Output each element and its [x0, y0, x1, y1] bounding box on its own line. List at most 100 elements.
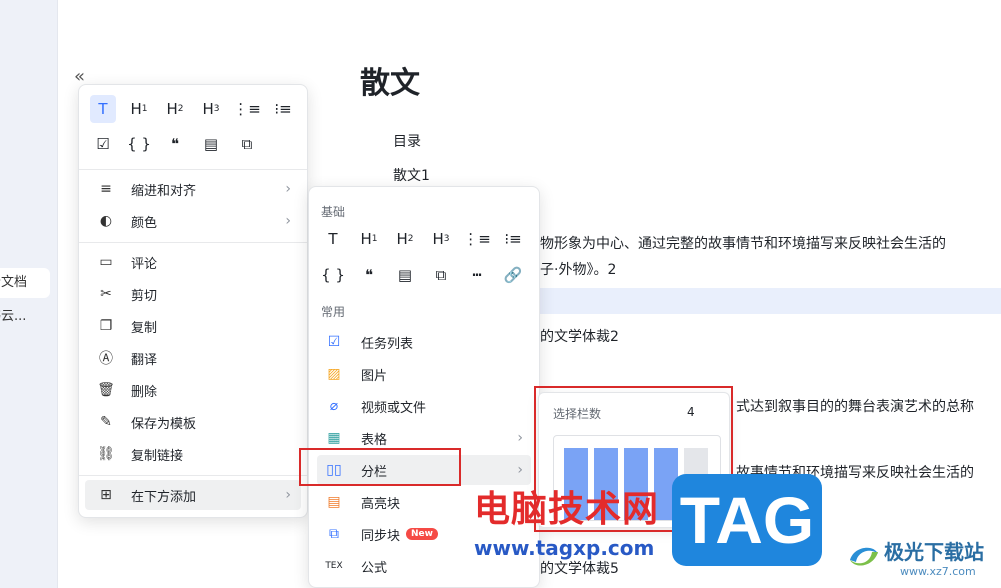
add-below-icon: ⊞: [100, 487, 112, 503]
menu-item-image[interactable]: ▨ 图片: [317, 359, 531, 389]
trash-icon: 🗑: [97, 382, 115, 398]
menu-item-label: 表格: [361, 432, 388, 448]
watermark-tag-logo: TAG: [672, 474, 822, 566]
sidebar-item-second[interactable]: 书云...: [0, 302, 52, 332]
menu-divider: [79, 169, 307, 170]
sync-icon: ⧉: [329, 526, 339, 542]
highlight-block-icon[interactable]: ▤: [193, 130, 229, 158]
heading3-icon[interactable]: H3: [193, 95, 229, 123]
new-badge: New: [406, 528, 438, 540]
comment-icon: ▭: [99, 254, 113, 270]
annotation-box-columns: [299, 448, 461, 486]
menu-item-label: 复制链接: [131, 448, 184, 464]
checkbox-icon: ☑: [327, 334, 341, 350]
quote-icon[interactable]: ❝: [157, 130, 193, 158]
menu-item-label: 视频或文件: [361, 400, 427, 416]
menu-divider: [79, 475, 307, 476]
chevron-right-icon: ›: [517, 462, 523, 478]
scissors-icon: ✂: [100, 286, 112, 302]
sidebar-item-label: 云文档: [0, 275, 28, 290]
menu-item-video-file[interactable]: ⌀ 视频或文件: [317, 391, 531, 421]
code-block-icon[interactable]: { }: [121, 130, 157, 158]
section-basic-title: 基础: [321, 205, 346, 219]
highlight-block-icon[interactable]: ▤: [387, 261, 423, 289]
watermark-logo-text: 极光下载站: [884, 540, 984, 564]
heading3-icon[interactable]: H3: [423, 225, 459, 253]
translate-icon: Ⓐ: [99, 351, 113, 367]
sidebar-item-cloud-docs[interactable]: 云文档: [0, 268, 50, 298]
menu-item-add-below[interactable]: ⊞ 在下方添加 ›: [85, 480, 301, 510]
palette-icon: ◐: [99, 213, 113, 229]
menu-item-comment[interactable]: ▭ 评论: [85, 247, 301, 277]
bullet-list-icon[interactable]: ⁝≡: [265, 95, 301, 123]
section-common-title: 常用: [321, 305, 346, 319]
menu-item-color[interactable]: ◐ 颜色 ›: [85, 206, 301, 236]
menu-divider: [79, 242, 307, 243]
highlight-icon: ▤: [327, 494, 341, 510]
checkbox-icon[interactable]: ☑: [85, 130, 121, 158]
toc-item[interactable]: 散文1: [393, 165, 430, 185]
menu-item-copy-link[interactable]: ⛓ 复制链接: [85, 439, 301, 469]
copy-icon: ❐: [99, 318, 113, 334]
chevron-right-icon: ›: [517, 430, 523, 446]
menu-item-indent-align[interactable]: ≡ 缩进和对齐 ›: [85, 174, 301, 204]
collapse-icon[interactable]: «: [74, 66, 85, 87]
text-icon[interactable]: T: [90, 95, 116, 123]
body-line: 物形象为中心、通过完整的故事情节和环境描写来反映社会生活的: [540, 236, 946, 252]
menu-item-copy[interactable]: ❐ 复制: [85, 311, 301, 341]
chevron-right-icon: ›: [285, 487, 291, 503]
quote-icon[interactable]: ❝: [351, 261, 387, 289]
menu-item-label: 复制: [131, 320, 158, 336]
divider-icon[interactable]: ┅: [459, 261, 495, 289]
menu-item-cut[interactable]: ✂ 剪切: [85, 279, 301, 309]
selected-block-highlight: [540, 288, 1001, 314]
watermark-site-name: 电脑技术网: [474, 489, 660, 530]
heading2-icon[interactable]: H2: [157, 95, 193, 123]
heading2-icon[interactable]: H2: [387, 225, 423, 253]
menu-item-save-template[interactable]: ✎ 保存为模板: [85, 407, 301, 437]
ordered-list-icon[interactable]: ⋮≡: [459, 225, 495, 253]
menu-item-label: 剪切: [131, 288, 158, 304]
block-context-menu: T H1 H2 H3 ⋮≡ ⁝≡ ☑ { } ❝ ▤ ⧉ ≡ 缩进和对齐 › ◐…: [78, 84, 308, 518]
code-block-icon[interactable]: { }: [315, 261, 351, 289]
bullet-list-icon[interactable]: ⁝≡: [495, 225, 531, 253]
menu-item-label: 在下方添加: [131, 489, 197, 505]
toc-heading[interactable]: 目录: [393, 131, 421, 151]
chevron-right-icon: ›: [285, 181, 291, 197]
menu-item-label: 任务列表: [361, 336, 414, 352]
menu-item-label: 评论: [131, 256, 158, 272]
body-line: 的文学体裁5: [540, 561, 619, 577]
align-left-icon: ≡: [100, 181, 112, 197]
attachment-icon: ⌀: [329, 398, 339, 414]
menu-item-task-list[interactable]: ☑ 任务列表: [317, 327, 531, 357]
image-icon: ▨: [327, 366, 341, 382]
text-icon[interactable]: T: [315, 225, 351, 253]
heading1-icon[interactable]: H1: [351, 225, 387, 253]
table-icon: ▦: [327, 430, 341, 446]
watermark-swirl-logo: [850, 547, 878, 566]
formula-icon: TEX: [325, 561, 343, 571]
menu-item-label: 保存为模板: [131, 416, 197, 432]
menu-item-label: 删除: [131, 384, 158, 400]
chevron-right-icon: ›: [285, 213, 291, 229]
watermark-logo-url: www.xz7.com: [900, 565, 976, 578]
sidebar-item-label: 书云...: [0, 309, 27, 324]
left-sidebar: 云文档 书云...: [0, 0, 58, 588]
watermark-site-url: www.tagxp.com: [474, 536, 655, 560]
menu-item-label: 公式: [361, 560, 388, 576]
body-line: 式达到叙事目的的舞台表演艺术的总称: [736, 399, 974, 415]
body-line: 的文学体裁2: [540, 329, 619, 345]
heading1-icon[interactable]: H1: [121, 95, 157, 123]
sync-block-icon[interactable]: ⧉: [229, 130, 265, 158]
template-icon: ✎: [100, 414, 112, 430]
body-line: 子·外物》。2: [540, 262, 617, 278]
link-icon[interactable]: 🔗: [495, 261, 531, 289]
ordered-list-icon[interactable]: ⋮≡: [229, 95, 265, 123]
link-icon: ⛓: [97, 446, 115, 462]
menu-item-translate[interactable]: Ⓐ 翻译: [85, 343, 301, 373]
menu-item-label: 翻译: [131, 352, 158, 368]
menu-item-label: 同步块: [361, 528, 401, 544]
sync-block-icon[interactable]: ⧉: [423, 261, 459, 289]
menu-item-delete[interactable]: 🗑 删除: [85, 375, 301, 405]
menu-item-label: 缩进和对齐: [131, 183, 197, 199]
